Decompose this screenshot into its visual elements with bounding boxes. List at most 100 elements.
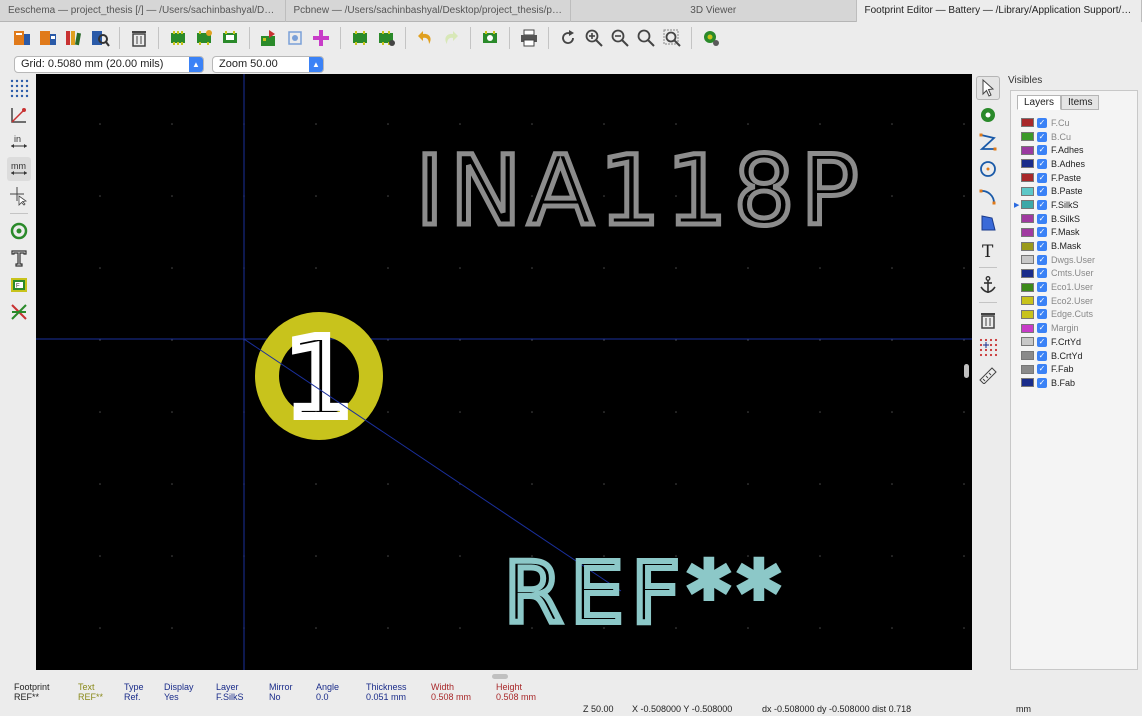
delete-footprint-button[interactable] [127, 26, 151, 50]
layer-row[interactable]: ✓ F.Paste [1017, 171, 1137, 185]
layer-row[interactable]: ✓ B.SilkS [1017, 212, 1137, 226]
layer-color-swatch[interactable] [1021, 323, 1034, 333]
layer-color-swatch[interactable] [1021, 309, 1034, 319]
layer-color-swatch[interactable] [1021, 241, 1034, 251]
check-footprint-button[interactable] [478, 26, 502, 50]
layer-row[interactable]: ✓ Dwgs.User [1017, 253, 1137, 267]
show-pads-sketch-button[interactable] [7, 219, 31, 243]
new-footprint-button[interactable] [166, 26, 190, 50]
browse-libraries-button[interactable] [62, 26, 86, 50]
zoom-in-button[interactable] [582, 26, 606, 50]
graphics-sketch-button[interactable]: F [7, 273, 31, 297]
layer-color-swatch[interactable] [1021, 145, 1034, 155]
value-text[interactable]: INA118P [413, 133, 865, 250]
save-footprint-button[interactable] [218, 26, 242, 50]
undo-button[interactable] [413, 26, 437, 50]
reference-text[interactable]: REF** [501, 541, 788, 645]
layer-visibility-checkbox[interactable]: ✓ [1037, 336, 1047, 347]
layer-row[interactable]: ✓ B.Fab [1017, 376, 1137, 390]
layer-row[interactable]: ✓ B.Paste [1017, 184, 1137, 198]
vertical-scrollbar[interactable] [964, 364, 969, 378]
layer-color-swatch[interactable] [1021, 255, 1034, 265]
add-pad-button[interactable] [976, 103, 1000, 127]
layer-color-swatch[interactable] [1021, 159, 1034, 169]
pad-settings-button[interactable] [699, 26, 723, 50]
layer-visibility-checkbox[interactable]: ✓ [1037, 295, 1047, 306]
layer-visibility-checkbox[interactable]: ✓ [1037, 377, 1047, 388]
layer-color-swatch[interactable] [1021, 118, 1034, 128]
layer-visibility-checkbox[interactable]: ✓ [1037, 158, 1047, 169]
drawing-canvas[interactable]: INA118P 1 REF** [36, 74, 972, 670]
add-circle-button[interactable] [976, 157, 1000, 181]
footprint-viewer-button[interactable] [88, 26, 112, 50]
layer-color-swatch[interactable] [1021, 173, 1034, 183]
layer-visibility-checkbox[interactable]: ✓ [1037, 268, 1047, 279]
layer-visibility-checkbox[interactable]: ✓ [1037, 172, 1047, 183]
polar-coords-button[interactable] [7, 103, 31, 127]
layer-color-swatch[interactable] [1021, 268, 1034, 278]
save-library-button[interactable] [36, 26, 60, 50]
grid-origin-button[interactable] [976, 335, 1000, 359]
tab-layers[interactable]: Layers [1017, 95, 1062, 110]
tab-eeschema[interactable]: Eeschema — project_thesis [/] — /Users/s… [0, 0, 286, 22]
add-text-button[interactable]: T [976, 238, 1000, 262]
layer-row[interactable]: ✓ F.Adhes [1017, 143, 1137, 157]
zoom-out-button[interactable] [608, 26, 632, 50]
tab-footprint-editor[interactable]: Footprint Editor — Battery — /Library/Ap… [856, 0, 1142, 22]
layer-color-swatch[interactable] [1021, 364, 1034, 374]
layer-row[interactable]: ✓ B.Adhes [1017, 157, 1137, 171]
tab-pcbnew[interactable]: Pcbnew — /Users/sachinbashyal/Desktop/pr… [286, 0, 571, 22]
layer-visibility-checkbox[interactable]: ✓ [1037, 117, 1047, 128]
layer-color-swatch[interactable] [1021, 296, 1034, 306]
layer-visibility-checkbox[interactable]: ✓ [1037, 323, 1047, 334]
layer-color-swatch[interactable] [1021, 378, 1034, 388]
select-tool-button[interactable] [976, 76, 1000, 100]
layer-row[interactable]: ✓ F.Mask [1017, 226, 1137, 240]
zoom-select[interactable]: Zoom 50.00 ▲︎ [212, 55, 324, 73]
tab-3d-viewer[interactable]: 3D Viewer [571, 0, 857, 22]
layer-row[interactable]: ✓ F.Fab [1017, 362, 1137, 376]
layer-row[interactable]: ✓ Eco1.User [1017, 280, 1137, 294]
delete-tool-button[interactable] [976, 308, 1000, 332]
high-contrast-button[interactable] [7, 300, 31, 324]
tab-items[interactable]: Items [1061, 95, 1100, 110]
layer-visibility-checkbox[interactable]: ✓ [1037, 213, 1047, 224]
units-mm-button[interactable]: mm [7, 157, 31, 181]
footprint-wizard-button[interactable] [192, 26, 216, 50]
layer-visibility-checkbox[interactable]: ✓ [1037, 282, 1047, 293]
layer-visibility-checkbox[interactable]: ✓ [1037, 309, 1047, 320]
layer-visibility-checkbox[interactable]: ✓ [1037, 227, 1047, 238]
layer-row[interactable]: ✓ F.Cu [1017, 116, 1137, 130]
layer-color-swatch[interactable] [1021, 214, 1034, 224]
print-button[interactable] [517, 26, 541, 50]
layer-row[interactable]: ✓ F.CrtYd [1017, 335, 1137, 349]
redraw-button[interactable] [556, 26, 580, 50]
add-arc-button[interactable] [976, 184, 1000, 208]
layer-visibility-checkbox[interactable]: ✓ [1037, 241, 1047, 252]
zoom-selection-button[interactable] [660, 26, 684, 50]
redo-button[interactable] [439, 26, 463, 50]
layer-visibility-checkbox[interactable]: ✓ [1037, 186, 1047, 197]
zoom-fit-button[interactable] [634, 26, 658, 50]
layer-row[interactable]: ✓ Edge.Cuts [1017, 308, 1137, 322]
add-polygon-button[interactable] [976, 211, 1000, 235]
add-line-button[interactable] [976, 130, 1000, 154]
measure-tool-button[interactable] [976, 362, 1000, 386]
layer-row[interactable]: ✓ B.Mask [1017, 239, 1137, 253]
layer-row[interactable]: ✓ Cmts.User [1017, 267, 1137, 281]
load-from-board-button[interactable] [257, 26, 281, 50]
layer-row[interactable]: ✓ B.CrtYd [1017, 349, 1137, 363]
layer-visibility-checkbox[interactable]: ✓ [1037, 145, 1047, 156]
layer-color-swatch[interactable] [1021, 337, 1034, 347]
horizontal-scrollbar[interactable] [492, 674, 508, 679]
layer-visibility-checkbox[interactable]: ✓ [1037, 131, 1047, 142]
footprint-properties-button[interactable] [348, 26, 372, 50]
select-library-button[interactable] [10, 26, 34, 50]
pad-properties-button[interactable] [374, 26, 398, 50]
layer-color-swatch[interactable] [1021, 227, 1034, 237]
add-part-button[interactable] [309, 26, 333, 50]
insert-into-board-button[interactable] [283, 26, 307, 50]
toggle-grid-button[interactable] [7, 76, 31, 100]
layer-color-swatch[interactable] [1021, 351, 1034, 361]
cursor-shape-button[interactable] [7, 184, 31, 208]
